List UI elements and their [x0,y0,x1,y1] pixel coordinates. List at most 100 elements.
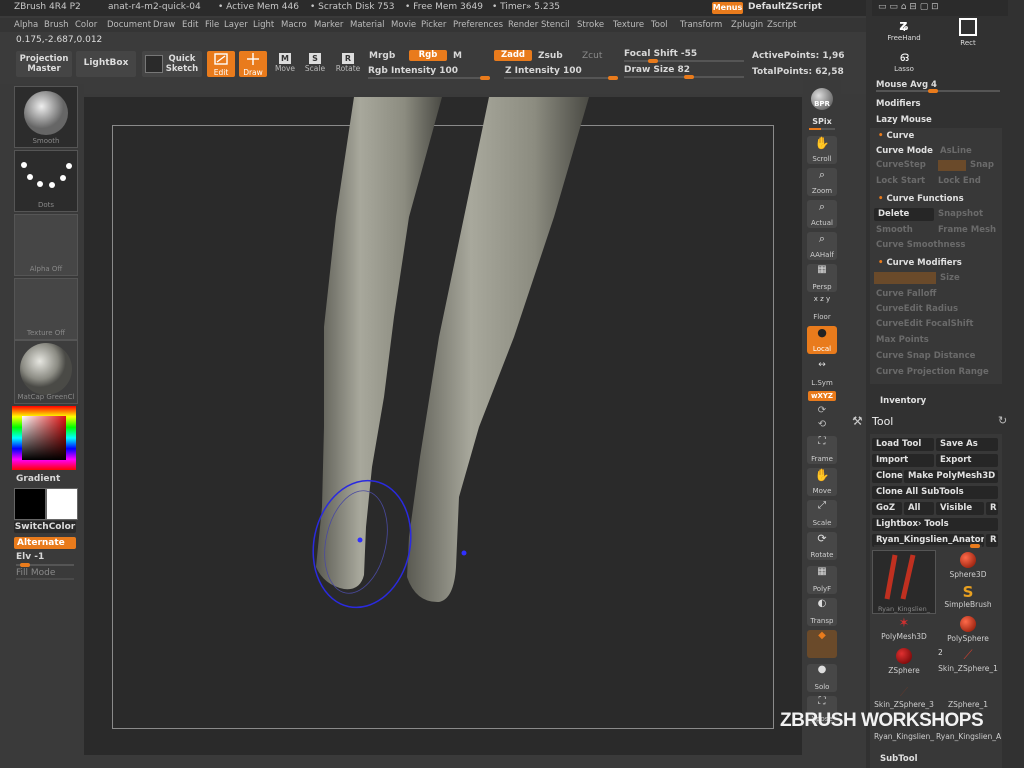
spix-control[interactable]: SPix [807,117,837,133]
draw-button[interactable]: Draw [239,51,267,77]
tool-palette-title[interactable]: Tool [872,415,893,428]
scroll-button[interactable]: ✋ Scroll [807,136,837,164]
lightbox-tools-button[interactable]: Lightbox› Tools [872,518,998,531]
load-tool-button[interactable]: Load Tool [872,438,934,451]
menu-light[interactable]: Light [253,20,274,30]
fill-mode-label[interactable]: Fill Mode [16,568,55,578]
focal-shift-slider[interactable] [624,59,744,63]
curve-falloff-control[interactable]: Curve Falloff [876,289,936,299]
mouse-avg-slider[interactable] [876,89,1000,93]
document-canvas[interactable] [84,97,802,755]
menu-stroke[interactable]: Stroke [577,20,604,30]
elv-slider[interactable] [16,563,74,567]
leg-model[interactable] [84,97,802,755]
snap-toggle[interactable]: Snap [970,160,994,170]
curve-step-slider[interactable]: CurveStep [876,160,926,170]
stroke-thumbnail[interactable]: Dots [14,150,78,212]
make-polymesh3d-button[interactable]: Make PolyMesh3D [904,470,998,483]
goz-visible-button[interactable]: Visible [936,502,984,515]
inventory-label[interactable]: Inventory [880,396,926,406]
rgb-intensity-slider[interactable] [368,76,490,80]
quick-sketch-button[interactable]: Quick Sketch [142,51,202,77]
local-button[interactable]: ● Local [807,326,837,354]
size-toggle[interactable]: Size [940,273,960,283]
menus-button[interactable]: Menus [712,2,743,14]
menu-material[interactable]: Material [350,20,385,30]
delete-curve-button[interactable]: Delete [874,208,934,221]
menu-edit[interactable]: Edit [182,20,198,30]
lock-start-toggle[interactable]: Lock Start [876,176,925,186]
max-points-slider[interactable]: Max Points [876,335,929,345]
color-square[interactable] [22,416,66,460]
menu-tool[interactable]: Tool [651,20,668,30]
tool-sphere3d[interactable]: Sphere3D [936,552,1000,579]
frame-button[interactable]: ⛶ Frame [807,436,837,464]
asline-toggle[interactable]: AsLine [940,146,972,156]
scale-view-button[interactable]: ⤢ Scale [807,500,837,528]
lasso-stroke-button[interactable]: ഒ Lasso [882,50,926,78]
clone-all-subtools-button[interactable]: Clone All SubTools [872,486,998,499]
lightbox-button[interactable]: LightBox [76,51,136,77]
ghost-button[interactable]: ◆ [807,630,837,658]
clone-button[interactable]: Clone [872,470,903,483]
menu-texture[interactable]: Texture [613,20,644,30]
zadd-toggle[interactable]: Zadd [494,50,532,61]
menu-draw[interactable]: Draw [153,20,175,30]
import-button[interactable]: Import [872,454,934,467]
menu-zscript[interactable]: Zscript [767,20,797,30]
menu-alpha[interactable]: Alpha [14,20,38,30]
secondary-color-swatch[interactable] [14,488,46,520]
rgb-toggle[interactable]: Rgb [409,50,447,61]
lock-end-toggle[interactable]: Lock End [938,176,981,186]
fill-mode-slider[interactable] [16,578,74,580]
menu-layer[interactable]: Layer [224,20,248,30]
actual-button[interactable]: ⌕ Actual [807,200,837,228]
bpr-button[interactable]: BPR [807,86,837,114]
curve-header[interactable]: Curve [878,131,914,141]
mrgb-toggle[interactable]: Mrgb [369,51,395,61]
reset-icon[interactable]: ↻ [998,414,1007,427]
curve-modifiers-header[interactable]: Curve Modifiers [878,258,961,268]
snapshot-button[interactable]: Snapshot [938,209,983,219]
menu-preferences[interactable]: Preferences [453,20,503,30]
solo-button[interactable]: ● Solo [807,664,837,692]
move-view-button[interactable]: ✋ Move [807,468,837,496]
current-tool-thumbnail[interactable]: Ryan_Kingslien_ [872,550,936,614]
zsub-toggle[interactable]: Zsub [538,51,563,61]
menu-transform[interactable]: Transform [680,20,722,30]
alternate-button[interactable]: Alternate [14,537,76,549]
menu-marker[interactable]: Marker [314,20,343,30]
floor-button[interactable]: x z y Floor [807,294,837,322]
curveedit-focalshift-slider[interactable]: CurveEdit FocalShift [876,319,973,329]
aahalf-button[interactable]: ⌕ AAHalf [807,232,837,260]
menu-picker[interactable]: Picker [421,20,446,30]
m-toggle[interactable]: M [453,51,462,61]
tool-zsphere[interactable]: ZSphere [872,648,936,675]
menu-render[interactable]: Render [508,20,538,30]
zcut-toggle[interactable]: Zcut [582,51,602,61]
freehand-stroke-button[interactable]: ʑ FreeHand [882,18,926,48]
zoom-button[interactable]: ⌕ Zoom [807,168,837,196]
tool-polymesh3d[interactable]: ✶ PolyMesh3D [872,616,936,641]
lsym-button[interactable]: ↔ L.Sym [807,360,837,388]
menu-document[interactable]: Document [107,20,151,30]
modifiers-header[interactable]: Modifiers [876,99,921,109]
move-button[interactable]: M Move [272,51,298,77]
tool-polysphere[interactable]: PolySphere [936,616,1000,643]
polyf-button[interactable]: ▦ PolyF [807,566,837,594]
curve-projection-range-slider[interactable]: Curve Projection Range [876,367,989,377]
edit-button[interactable]: Edit [207,51,235,77]
brush-thumbnail[interactable]: Smooth [14,86,78,148]
lazy-mouse-header[interactable]: Lazy Mouse [876,115,932,125]
export-button[interactable]: Export [936,454,998,467]
color-picker[interactable] [12,406,76,470]
draw-size-slider[interactable] [624,75,744,79]
curve-functions-header[interactable]: Curve Functions [878,194,963,204]
menu-movie[interactable]: Movie [391,20,416,30]
goz-all-button[interactable]: All [904,502,934,515]
panel-icons[interactable]: ▭ ▭ ⌂ ⊟ ▢ ⊡ [878,2,939,12]
material-thumbnail[interactable]: MatCap GreenCl [14,340,78,404]
save-as-button[interactable]: Save As [936,438,998,451]
curve-modifier-toggle[interactable] [874,272,936,284]
goz-button[interactable]: GoZ [872,502,902,515]
